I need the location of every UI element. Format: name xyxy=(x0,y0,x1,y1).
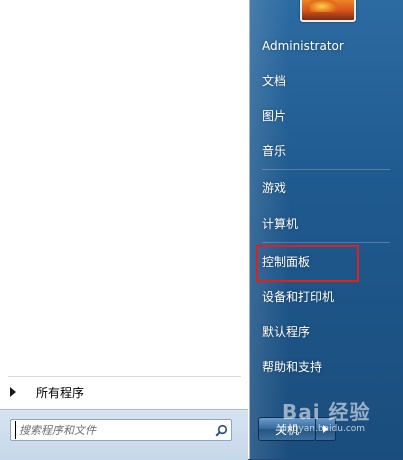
flower-image-icon xyxy=(310,0,340,12)
menu-item-computer[interactable]: 计算机 xyxy=(262,212,392,234)
menu-item-pictures[interactable]: 图片 xyxy=(262,104,392,126)
menu-item-devices-printers[interactable]: 设备和打印机 xyxy=(262,285,392,307)
highlight-annotation xyxy=(256,245,359,282)
menu-item-label: 音乐 xyxy=(262,143,287,158)
search-input[interactable] xyxy=(15,421,211,439)
places-pane: Administrator 文档 图片 音乐 游戏 计算机 控制面板 设备和打印… xyxy=(250,0,403,459)
menu-item-label: 图片 xyxy=(262,108,287,123)
pinned-programs-list xyxy=(0,0,248,372)
menu-item-user[interactable]: Administrator xyxy=(262,35,392,57)
shutdown-label: 关机 xyxy=(274,422,299,437)
menu-item-documents[interactable]: 文档 xyxy=(262,69,392,91)
search-band xyxy=(0,409,248,460)
menu-item-label: 文档 xyxy=(262,73,287,88)
menu-item-label: 默认程序 xyxy=(262,324,311,339)
menu-divider xyxy=(262,242,390,243)
programs-pane: 所有程序 xyxy=(0,0,250,460)
menu-item-label: 帮助和支持 xyxy=(262,359,323,374)
menu-item-label: 计算机 xyxy=(262,216,299,231)
menu-item-label: 游戏 xyxy=(262,180,287,195)
all-programs-divider xyxy=(8,376,241,377)
all-programs-label: 所有程序 xyxy=(36,385,85,400)
user-name-label: Administrator xyxy=(262,39,344,53)
menu-divider xyxy=(262,169,390,170)
menu-item-label: 设备和打印机 xyxy=(262,289,335,304)
menu-item-music[interactable]: 音乐 xyxy=(262,139,392,161)
menu-item-default-programs[interactable]: 默认程序 xyxy=(262,320,392,342)
shutdown-options-button[interactable] xyxy=(316,417,336,441)
shutdown-button[interactable]: 关机 xyxy=(258,417,316,441)
all-programs-item[interactable]: 所有程序 xyxy=(6,381,242,403)
search-box[interactable] xyxy=(10,419,232,441)
menu-item-games[interactable]: 游戏 xyxy=(262,176,392,198)
expand-arrow-icon xyxy=(10,387,16,397)
user-avatar[interactable] xyxy=(300,0,356,22)
search-icon[interactable] xyxy=(211,421,231,439)
chevron-right-icon xyxy=(323,425,328,433)
menu-item-help-support[interactable]: 帮助和支持 xyxy=(262,355,392,377)
